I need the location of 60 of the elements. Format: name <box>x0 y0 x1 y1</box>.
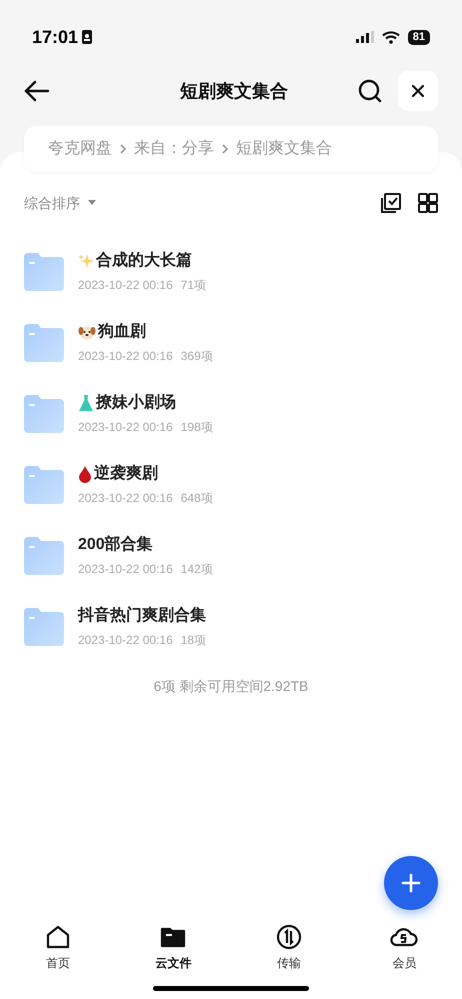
folder-icon <box>24 394 64 432</box>
checklist-icon <box>380 192 402 214</box>
tab-button[interactable]: 首页 <box>18 924 98 972</box>
folder-name: 抖音热门爽剧合集 <box>78 605 206 626</box>
folder-icon <box>24 252 64 290</box>
page-title: 短剧爽文集合 <box>180 80 288 102</box>
add-button[interactable] <box>384 856 438 910</box>
tab-button[interactable]: 会员 <box>364 924 444 972</box>
item-count: 71项 <box>180 277 206 294</box>
plus-icon <box>401 873 421 893</box>
badge-icon <box>82 30 92 44</box>
folder-date: 2023-10-22 00:16 <box>78 561 173 578</box>
back-icon <box>24 80 50 102</box>
signal-icon <box>356 31 374 43</box>
status-time: 17:01 <box>32 26 78 48</box>
tab-button[interactable]: 传输 <box>248 924 329 972</box>
folder-date: 2023-10-22 00:16 <box>78 632 173 649</box>
folder-row[interactable]: 撩妹小剧场 2023-10-22 00:16 198项 <box>0 378 462 449</box>
chevron-icon <box>120 144 126 154</box>
grid-view-button[interactable] <box>418 193 438 213</box>
tab-button[interactable]: 云文件 <box>133 924 214 972</box>
folder-name: 撩妹小剧场 <box>96 392 176 413</box>
folder-row[interactable]: 狗血剧 2023-10-22 00:16 369项 <box>0 307 462 378</box>
blood-drop-icon <box>78 465 92 483</box>
sparkle-icon <box>78 253 94 269</box>
caret-icon <box>88 200 96 206</box>
close-button[interactable] <box>398 71 438 111</box>
folder-icon <box>24 536 64 574</box>
folder-icon <box>24 324 64 362</box>
folder-name: 合成的大长篇 <box>96 250 192 271</box>
folder-row[interactable]: 抖音热门爽剧合集 2023-10-22 00:16 18项 <box>0 591 462 662</box>
chevron-icon <box>222 144 228 154</box>
search-icon <box>358 79 382 103</box>
transfer-icon <box>276 924 302 950</box>
item-count: 18项 <box>180 632 206 649</box>
item-count: 369项 <box>180 348 213 365</box>
folder-icon <box>24 466 64 504</box>
item-count: 648项 <box>180 490 213 507</box>
folder-date: 2023-10-22 00:16 <box>78 277 173 294</box>
home-icon <box>44 924 71 950</box>
storage-summary: 6项 剩余可用空间2.92TB <box>154 677 308 696</box>
folder-date: 2023-10-22 00:16 <box>78 419 173 436</box>
folder-date: 2023-10-22 00:16 <box>78 348 173 365</box>
item-count: 142项 <box>180 561 213 578</box>
sort-dropdown[interactable]: 综合排序 <box>24 192 96 214</box>
select-button[interactable] <box>380 192 402 214</box>
folder-row[interactable]: 合成的大长篇 2023-10-22 00:16 71项 <box>0 236 462 307</box>
folder-name: 200部合集 <box>78 534 153 555</box>
folder-name: 逆袭爽剧 <box>94 463 158 484</box>
close-icon <box>412 85 424 97</box>
grid-icon <box>418 193 438 213</box>
folder-name: 狗血剧 <box>98 322 146 342</box>
folder-row[interactable]: 200部合集 2023-10-22 00:16 142项 <box>0 520 462 591</box>
folder-icon <box>24 608 64 646</box>
battery-level: 81 <box>408 30 430 44</box>
folder-row[interactable]: 逆袭爽剧 2023-10-22 00:16 648项 <box>0 449 462 520</box>
wifi-icon <box>382 30 400 44</box>
folder-date: 2023-10-22 00:16 <box>78 490 173 507</box>
item-count: 198项 <box>180 419 213 436</box>
search-button[interactable] <box>358 79 382 103</box>
